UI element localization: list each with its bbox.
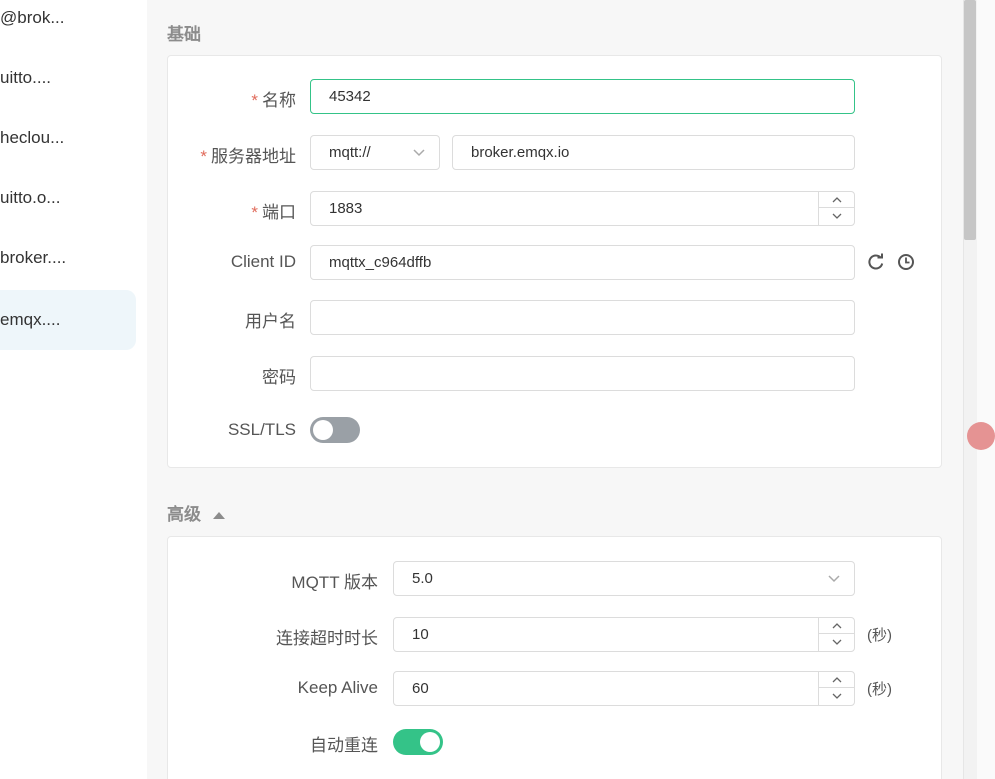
clock-icon[interactable] (896, 252, 916, 272)
password-label: 密码 (262, 368, 296, 387)
connection-item[interactable]: heclou... (0, 108, 136, 168)
connection-item[interactable]: uitto.o... (0, 168, 136, 228)
name-label: * 名称 (251, 91, 296, 110)
required-mark: * (200, 147, 207, 166)
keep-alive-stepper (818, 672, 854, 705)
chevron-down-icon (832, 639, 842, 645)
client-id-label: Client ID (230, 252, 296, 271)
section-title-basic: 基础 (167, 25, 201, 44)
mqtt-version-value: 5.0 (412, 570, 433, 587)
name-input[interactable]: 45342 (310, 79, 855, 114)
host-input[interactable]: broker.emqx.io (452, 135, 855, 170)
port-input[interactable]: 1883 (310, 191, 855, 226)
connect-timeout-decrease-button[interactable] (819, 634, 854, 650)
caret-up-icon[interactable] (212, 510, 226, 520)
basic-card: * 名称 45342 * 服务器地址 mqtt:// broker.emqx.io … (167, 55, 942, 468)
protocol-value: mqtt:// (329, 144, 371, 161)
client-id-input[interactable]: mqttx_c964dffb (310, 245, 855, 280)
ssl-label: SSL/TLS (227, 420, 296, 439)
connect-timeout-unit: (秒) (867, 627, 892, 644)
toggle-knob (420, 732, 440, 752)
chevron-down-icon (413, 149, 425, 157)
port-label: * 端口 (251, 203, 296, 222)
chevron-up-icon (832, 197, 842, 203)
status-badge (967, 422, 995, 450)
port-stepper (818, 192, 854, 225)
connection-item[interactable]: @brok... (0, 0, 136, 48)
section-title-advanced[interactable]: 高级 (167, 500, 226, 525)
keep-alive-value: 60 (412, 680, 429, 697)
connect-timeout-label: 连接超时时长 (276, 629, 378, 648)
toggle-knob (313, 420, 333, 440)
keep-alive-decrease-button[interactable] (819, 688, 854, 704)
required-mark: * (251, 203, 258, 222)
advanced-card: MQTT 版本 5.0 连接超时时长 10 (秒) Keep Alive 60 … (167, 536, 942, 779)
keep-alive-label: Keep Alive (297, 678, 378, 697)
username-input[interactable] (310, 300, 855, 335)
scrollbar-thumb[interactable] (964, 0, 976, 240)
port-increase-button[interactable] (819, 192, 854, 208)
username-label: 用户名 (245, 312, 296, 331)
connect-timeout-stepper (818, 618, 854, 651)
chevron-down-icon (832, 213, 842, 219)
connection-item[interactable]: uitto.... (0, 48, 136, 108)
chevron-down-icon (828, 575, 840, 583)
chevron-up-icon (832, 623, 842, 629)
keep-alive-unit: (秒) (867, 681, 892, 698)
connection-item-active[interactable]: emqx.... (0, 290, 136, 350)
auto-reconnect-toggle[interactable] (393, 729, 443, 755)
connection-form: 基础 * 名称 45342 * 服务器地址 mqtt:// broker.emqx.… (147, 0, 963, 779)
connect-timeout-value: 10 (412, 626, 429, 643)
mqtt-version-label: MQTT 版本 (291, 573, 378, 592)
host-label: * 服务器地址 (200, 147, 296, 166)
port-value: 1883 (329, 200, 363, 217)
refresh-icon[interactable] (866, 252, 886, 272)
ssl-toggle[interactable] (310, 417, 360, 443)
chevron-up-icon (832, 677, 842, 683)
protocol-select[interactable]: mqtt:// (310, 135, 440, 170)
background-window-edge (977, 0, 995, 779)
keep-alive-increase-button[interactable] (819, 672, 854, 688)
required-mark: * (251, 91, 258, 110)
connection-item[interactable]: broker.... (0, 228, 136, 288)
auto-reconnect-label: 自动重连 (310, 736, 378, 755)
keep-alive-input[interactable]: 60 (393, 671, 855, 706)
password-input[interactable] (310, 356, 855, 391)
connection-list: @brok... uitto.... heclou... uitto.o... … (0, 0, 147, 779)
connect-timeout-increase-button[interactable] (819, 618, 854, 634)
port-decrease-button[interactable] (819, 208, 854, 224)
chevron-down-icon (832, 693, 842, 699)
connect-timeout-input[interactable]: 10 (393, 617, 855, 652)
mqtt-version-select[interactable]: 5.0 (393, 561, 855, 596)
